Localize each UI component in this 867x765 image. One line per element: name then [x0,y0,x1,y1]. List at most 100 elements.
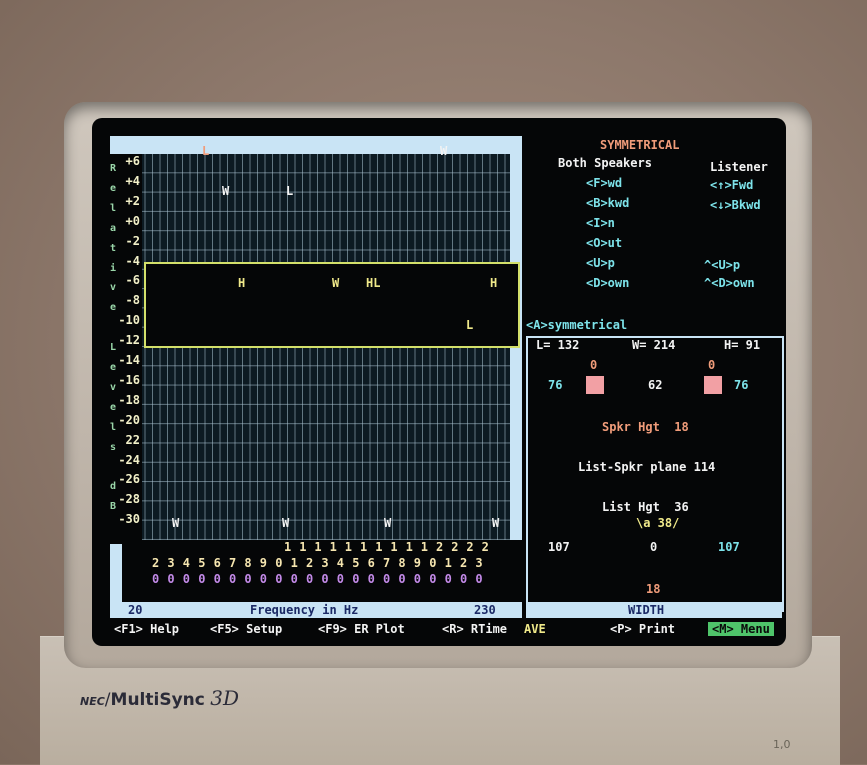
function-key-bar: <F1> Help <F5> Setup <F9> ER Plot <R> RT… [110,620,786,638]
width-caption: WIDTH [628,603,665,617]
overlay-marker: H [238,276,246,290]
y-tick-label: -10 [118,313,140,328]
rtime-key[interactable]: <R> RTime [442,622,507,636]
speaker-separation: 62 [648,378,663,392]
freq-digit-hundreds: 1 [344,540,353,554]
freq-digit-ones: 0 [475,572,483,586]
freq-digit-ones: 0 [182,572,191,586]
freq-digit-tens: 0 [429,556,437,570]
y-tick-label: -30 [118,512,140,527]
left-wall-distance: 76 [548,378,563,392]
freq-digit-hundreds: 1 [314,540,322,554]
freq-digit-tens: 6 [213,556,221,570]
y-tick-label: +0 [125,213,140,228]
y-tick-label: -6 [125,273,140,288]
overlay-marker: L [466,318,474,332]
overlay-marker: H [490,276,498,290]
freq-digit-tens: 5 [352,556,360,570]
y-axis-side-letter: t [110,242,117,254]
freq-digit-ones: 0 [383,572,391,586]
y-tick-label: -12 [118,333,140,348]
freq-digit-tens: 3 [475,556,483,570]
y-axis-side-letter: s [110,441,117,453]
room-height: H= 91 [724,338,761,352]
freq-digit-ones: 0 [429,572,437,586]
both-speakers-option[interactable]: <F>wd [586,176,622,190]
y-axis-side-letter: B [110,501,117,513]
print-key[interactable]: <P> Print [610,622,675,636]
listener-option[interactable]: ^<U>p [704,258,740,272]
freq-digit-ones: 0 [336,572,345,586]
bottom-marker: W [172,516,180,530]
er-plot-key[interactable]: <F9> ER Plot [318,622,405,636]
listener-option[interactable]: <↓>Bkwd [710,198,761,212]
right-speaker-angle: 0 [708,358,716,372]
room-diagram: L= 132 W= 214 H= 91 0 0 76 62 76 Spkr Hg… [526,336,784,612]
freq-digit-tens: 2 [306,556,314,570]
listening-angle: \a 38/ [636,516,680,530]
asymmetrical-option[interactable]: <A>symmetrical [526,318,627,332]
help-key[interactable]: <F1> Help [114,622,179,636]
freq-digit-tens: 8 [244,556,252,570]
y-tick-label: -14 [118,353,140,367]
freq-digit-hundreds: 2 [436,540,444,554]
left-speaker-marker [586,376,604,394]
bottom-marker: W [282,516,290,530]
y-axis-side-letter: e [110,302,117,314]
room-length: L= 132 [536,338,580,352]
freq-digit-hundreds: 2 [451,540,459,554]
y-axis-side-letter: i [110,262,117,274]
freq-digit-ones: 0 [198,572,206,586]
both-speakers-option[interactable]: <O>ut [586,236,622,250]
both-speakers-option[interactable]: <D>own [586,276,629,290]
y-tick-label: -24 [118,452,140,467]
menu-key[interactable]: <M> Menu [708,622,774,636]
freq-digit-tens: 6 [367,556,375,570]
freq-digit-tens: 7 [383,556,391,570]
freq-digit-tens: 7 [229,556,237,570]
right-wall-distance: 76 [734,378,749,392]
freq-digit-ones: 0 [259,572,268,586]
bottom-marker: W [492,516,500,530]
mode-title: SYMMETRICAL [600,138,680,152]
freq-digit-hundreds: 1 [420,540,429,554]
listener-speaker-plane: List-Spkr plane 114 [578,460,716,474]
freq-digit-hundreds: 1 [360,540,368,554]
both-speakers-header: Both Speakers [558,156,652,170]
setup-key[interactable]: <F5> Setup [210,622,282,636]
y-tick-label: -26 [118,472,140,487]
freq-digit-ones: 0 [352,572,360,586]
freq-digit-tens: 9 [259,556,268,570]
freq-digit-ones: 0 [213,572,221,586]
freq-digit-tens: 4 [182,556,191,570]
y-tick-label: 22 [125,432,140,447]
y-tick-label: -18 [118,392,140,407]
monitor-brand: NEC/MultiSync 3D [80,686,240,710]
listener-option[interactable]: ^<D>own [704,276,755,290]
freq-digit-tens: 3 [321,556,329,570]
y-tick-label: -20 [118,412,140,427]
listener-option[interactable]: <↑>Fwd [710,178,753,192]
y-tick-label: +4 [125,173,140,188]
y-axis-side-letter: e [110,401,117,413]
y-tick-label: -16 [118,372,140,387]
freq-digit-hundreds: 2 [481,540,489,554]
freq-digit-tens: 1 [444,556,452,570]
freq-digit-ones: 0 [444,572,452,586]
freq-digit-hundreds: 1 [299,540,307,554]
rear-distance: 18 [646,582,661,596]
left-speaker-angle: 0 [590,358,598,372]
freq-digit-hundreds: 1 [375,540,383,554]
freq-digit-ones: 0 [167,572,175,586]
listener-height: List Hgt 36 [602,500,689,514]
y-axis-side-letter: d [110,481,117,493]
both-speakers-option[interactable]: <B>kwd [586,196,629,210]
freq-digit-ones: 0 [321,572,329,586]
both-speakers-option[interactable]: <U>p [586,256,615,270]
both-speakers-option[interactable]: <I>n [586,216,615,230]
top-marker: L [286,184,294,198]
freq-digit-ones: 0 [413,572,422,586]
freq-caption: Frequency in Hz [250,603,359,617]
y-axis-side-letter: L [110,342,117,354]
freq-digit-tens: 1 [290,556,298,570]
